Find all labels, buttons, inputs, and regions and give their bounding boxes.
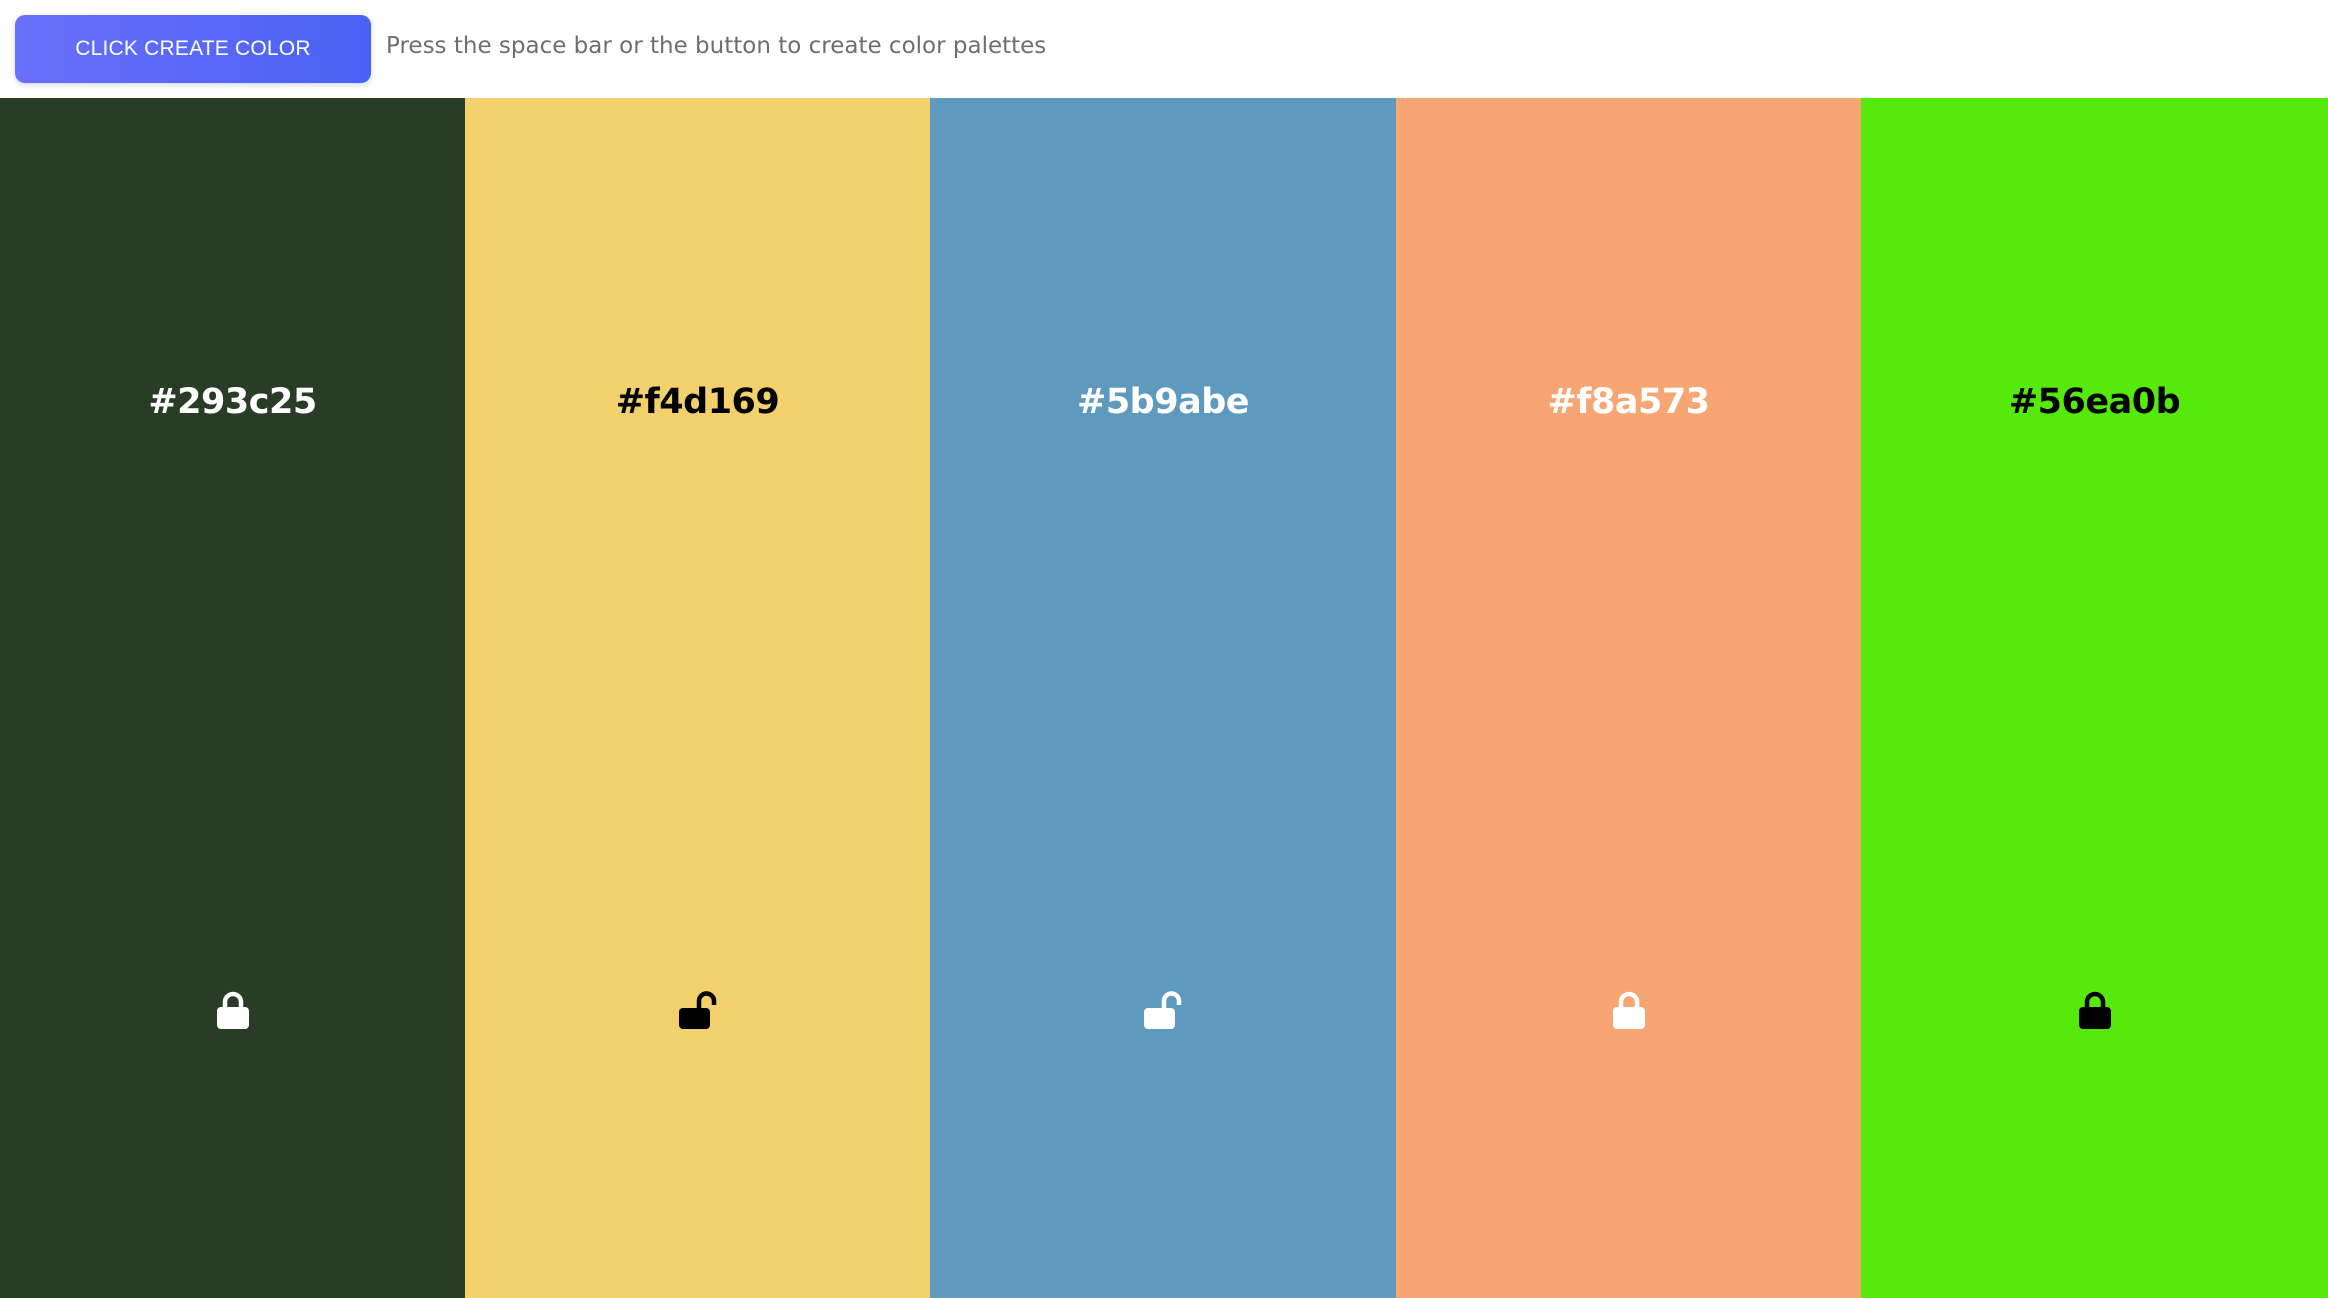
lock-toggle-button[interactable]: [2067, 982, 2123, 1038]
color-hex-label[interactable]: #f8a573: [1396, 382, 1861, 422]
color-column: #293c25: [0, 98, 465, 1298]
lock-open-icon: [678, 991, 718, 1029]
create-color-button[interactable]: CLICK CREATE COLOR: [15, 15, 371, 83]
lock-closed-icon: [2078, 991, 2112, 1029]
lock-closed-icon: [216, 991, 250, 1029]
lock-toggle-button[interactable]: [205, 982, 261, 1038]
lock-toggle-button[interactable]: [1601, 982, 1657, 1038]
color-column: #f4d169: [465, 98, 930, 1298]
toolbar: CLICK CREATE COLOR Press the space bar o…: [0, 0, 2328, 98]
color-palette: #293c25 #f4d169 #5b9abe #f8a573 #56ea0b: [0, 98, 2328, 1298]
color-column: #f8a573: [1396, 98, 1861, 1298]
color-hex-label[interactable]: #5b9abe: [930, 382, 1396, 422]
lock-closed-icon: [1612, 991, 1646, 1029]
color-column: #56ea0b: [1861, 98, 2328, 1298]
lock-toggle-button[interactable]: [1135, 982, 1191, 1038]
color-hex-label[interactable]: #56ea0b: [1861, 382, 2328, 422]
color-column: #5b9abe: [930, 98, 1396, 1298]
lock-open-icon: [1143, 991, 1183, 1029]
instruction-text: Press the space bar or the button to cre…: [386, 33, 1047, 59]
lock-toggle-button[interactable]: [670, 982, 726, 1038]
color-hex-label[interactable]: #293c25: [0, 382, 465, 422]
color-hex-label[interactable]: #f4d169: [465, 382, 930, 422]
